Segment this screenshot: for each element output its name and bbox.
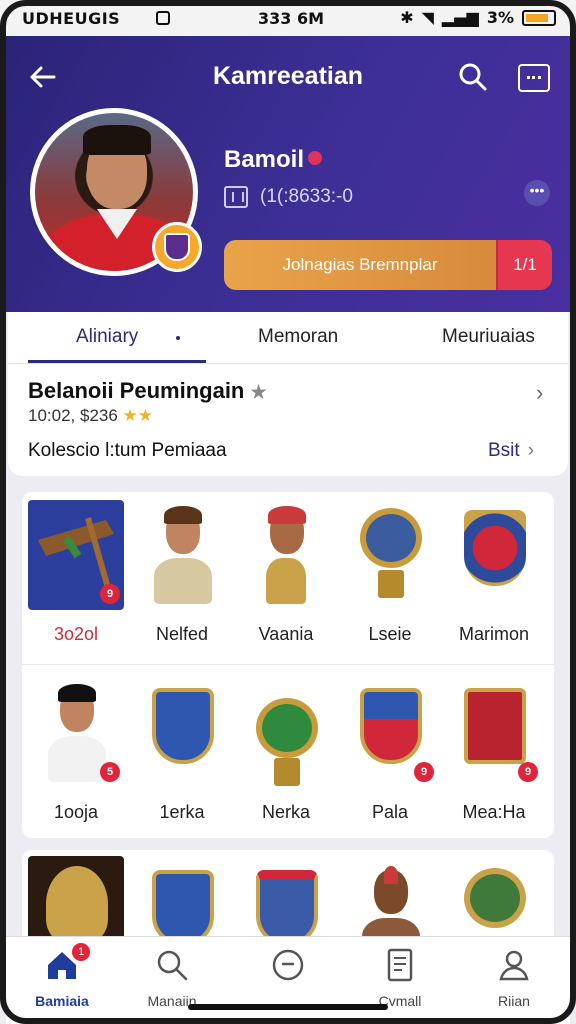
red-shield-icon: 9 <box>446 678 542 788</box>
club-badge-icon <box>152 222 202 272</box>
item-label: Mea:Ha <box>462 802 526 822</box>
search-icon[interactable] <box>458 62 488 92</box>
item-badge: 9 <box>100 584 120 604</box>
grid-item[interactable]: 9 3o2ol <box>26 500 126 645</box>
message-icon[interactable] <box>518 64 550 92</box>
item-label: Marimon <box>458 624 529 644</box>
id-card-icon <box>224 186 248 208</box>
search-icon <box>154 947 190 983</box>
grid-item[interactable]: 9 Pala <box>340 678 440 823</box>
green-trophy-icon <box>238 678 334 788</box>
item-label: Nerka <box>261 802 310 822</box>
profile-icon <box>496 947 532 983</box>
minus-circle-icon <box>270 947 306 983</box>
tab-meuriuaias[interactable]: Meuriuaias <box>442 326 535 348</box>
item-label: Lseie <box>368 624 412 644</box>
status-dot-icon <box>308 151 323 165</box>
item-badge: 5 <box>100 762 120 782</box>
grid-item[interactable]: 9 Mea:Ha <box>444 678 544 823</box>
primary-cta-button[interactable]: Jolnagias Bremnplar <box>224 240 496 290</box>
active-tab-indicator <box>28 360 206 363</box>
profile-subtitle: (1(:8633:-0 <box>224 186 353 208</box>
signal-icon: ▂▄▆ <box>441 8 479 27</box>
collection-grid: 9 3o2ol Nelfed Vaania Lseie Marimon 5 1o… <box>22 492 554 838</box>
nav-item-profile[interactable]: Riian <box>464 947 564 1009</box>
grid-item[interactable]: Lseie <box>340 500 440 645</box>
profile-header: Kamreeatian Bamoil (1(:8633:-0 ••• Jolna… <box>6 36 570 312</box>
nav-item-search[interactable]: Manaiin <box>122 947 222 1009</box>
battery-percent: 3% <box>486 8 514 27</box>
home-icon: 1 <box>44 943 90 983</box>
wifi-icon: ◥ <box>421 8 434 27</box>
section-title-text: Belanoii Peumingain <box>28 378 245 403</box>
tab-bar: Aliniary Memoran Meuriuaias <box>8 312 568 364</box>
section-title[interactable]: Belanoii Peumingain ★ <box>28 378 267 404</box>
profile-name-text: Bamoil <box>224 146 305 173</box>
player-portrait-icon: 5 <box>28 678 124 788</box>
tab-memoran[interactable]: Memoran <box>258 326 338 348</box>
collection-grid-row3 <box>22 850 554 950</box>
section-meta: 10:02, $236 ★★ <box>28 406 153 426</box>
grid-item[interactable]: Vaania <box>236 500 336 645</box>
warrior-bust-icon <box>238 500 334 610</box>
blue-shield-icon <box>134 678 230 788</box>
item-label: Vaania <box>258 624 314 644</box>
bottom-navigation: 1 Bamiaia Manaiin Cvmall Riian <box>6 936 570 1024</box>
grey-star-icon: ★ <box>250 382 267 402</box>
more-options-icon[interactable]: ••• <box>524 180 550 206</box>
item-label: 1erka <box>159 802 205 822</box>
status-left-text: UDHEUGIS <box>22 9 121 28</box>
globe-trophy-icon <box>342 500 438 610</box>
battery-icon <box>522 9 556 26</box>
home-indicator <box>188 1004 388 1010</box>
item-label: 3o2ol <box>53 624 99 644</box>
red-crest-icon: 9 <box>342 678 438 788</box>
secondary-cta-button[interactable]: 1/1 <box>496 240 552 290</box>
collection-label: Kolescio l:tum Pemiaaa <box>28 440 227 461</box>
item-label: 1ooja <box>53 802 99 822</box>
nav-label: Bamiaia <box>35 993 89 1009</box>
tab-aliniary[interactable]: Aliniary <box>76 326 138 348</box>
grid-item[interactable]: Marimon <box>444 500 544 645</box>
profile-name: Bamoil <box>224 146 323 174</box>
status-bar: UDHEUGIS 333 6M ✱ ◥ ▂▄▆ 3% <box>0 0 576 36</box>
item-label: Nelfed <box>155 624 209 644</box>
notification-icon <box>156 11 170 25</box>
grid-item[interactable]: Nelfed <box>132 500 232 645</box>
nav-item-document[interactable]: Cvmall <box>350 947 450 1009</box>
chevron-right-icon: › <box>527 440 535 461</box>
profile-id-text: (1(:8633:-0 <box>260 186 353 207</box>
phone-screen: UDHEUGIS 333 6M ✱ ◥ ▂▄▆ 3% Kamreeatian B… <box>0 0 576 1024</box>
collection-link[interactable]: Bsit › <box>488 440 534 462</box>
player-bust-icon <box>134 500 230 610</box>
summary-card: Aliniary Memoran Meuriuaias Belanoii Peu… <box>8 312 568 476</box>
nav-item-home[interactable]: 1 Bamiaia <box>12 943 112 1009</box>
section-meta-text: 10:02, $236 <box>28 406 118 425</box>
bluetooth-icon: ✱ <box>400 8 414 27</box>
crest-shield-icon <box>446 500 542 610</box>
grid-item[interactable]: Nerka <box>236 678 336 823</box>
nav-label: Riian <box>498 993 530 1009</box>
item-label: Pala <box>371 802 409 822</box>
grid-item[interactable]: 1erka <box>132 678 232 823</box>
status-right: ✱ ◥ ▂▄▆ 3% <box>400 8 556 27</box>
grid-item[interactable]: 5 1ooja <box>26 678 126 823</box>
document-icon <box>382 947 418 983</box>
cta-button-group: Jolnagias Bremnplar 1/1 <box>224 240 552 290</box>
status-time: 333 6M <box>258 9 325 28</box>
tab-dot-icon <box>176 336 180 340</box>
row-divider <box>22 664 554 665</box>
nav-badge: 1 <box>72 943 90 961</box>
nav-item-center[interactable] <box>238 947 338 993</box>
rating-stars-icon: ★★ <box>122 406 154 425</box>
item-badge: 9 <box>414 762 434 782</box>
club-item-icon: 9 <box>28 500 124 610</box>
collection-link-text: Bsit <box>488 440 520 461</box>
item-badge: 9 <box>518 762 538 782</box>
chevron-right-icon[interactable]: › <box>536 380 543 406</box>
avatar-hair <box>83 125 151 155</box>
